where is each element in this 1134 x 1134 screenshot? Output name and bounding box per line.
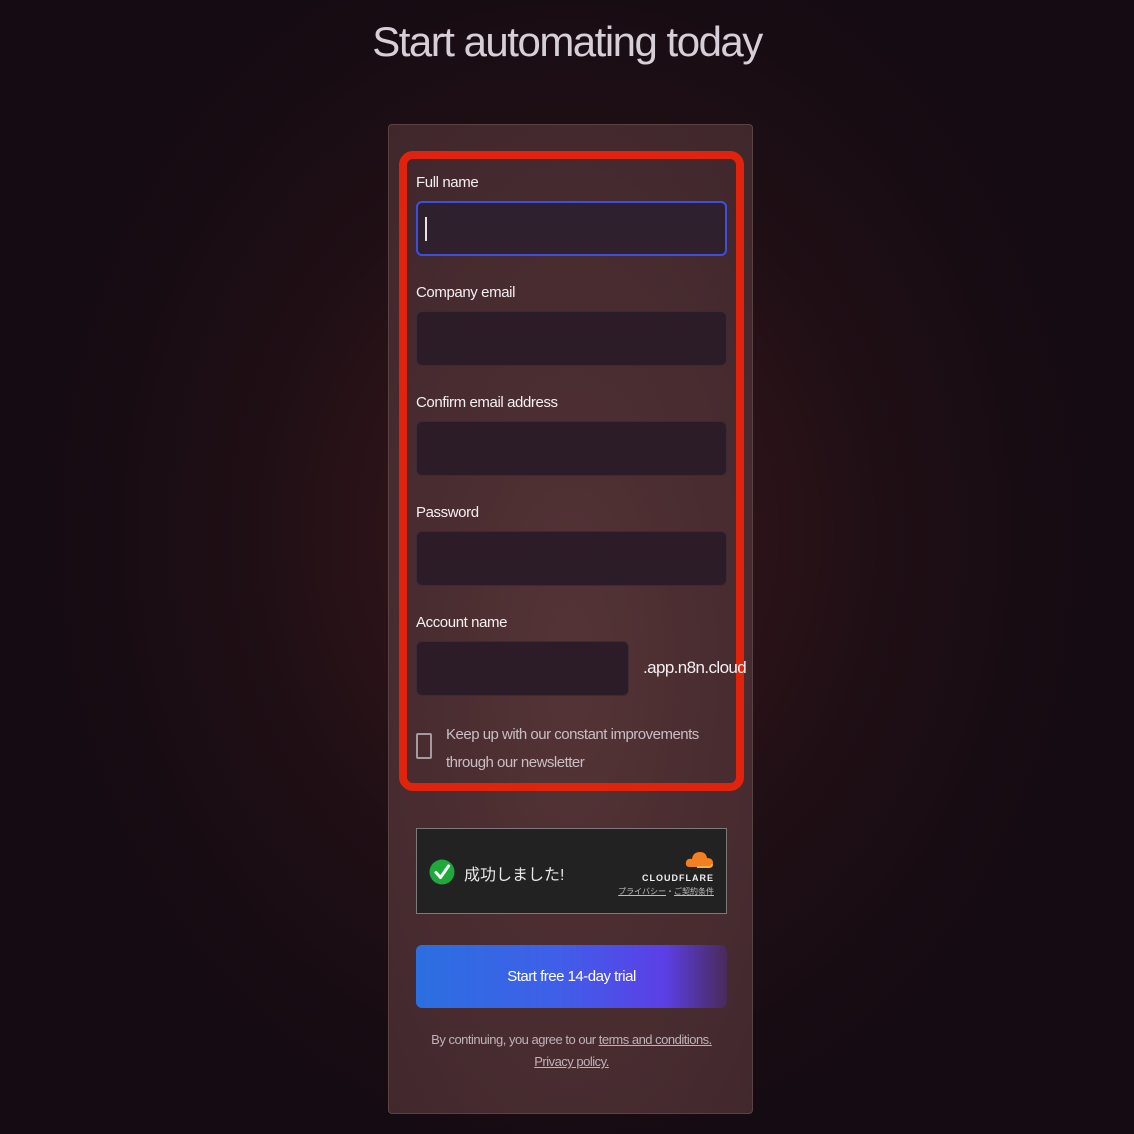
newsletter-label: Keep up with our constant improvements t…: [446, 726, 699, 771]
legal-notice: By continuing, you agree to our terms an…: [416, 1029, 727, 1073]
captcha-status: 成功しました!: [464, 867, 565, 884]
full-name-label: Full name: [416, 174, 479, 191]
text-caret: [425, 217, 427, 241]
cloudflare-turnstile[interactable]: 成功しました! CLOUDFLARE プライバシー・ご契約条件: [416, 828, 727, 914]
cloudflare-privacy-link[interactable]: プライバシー: [618, 887, 666, 896]
newsletter-checkbox[interactable]: [416, 733, 432, 759]
terms-link[interactable]: terms and conditions.: [599, 1032, 713, 1047]
company-email-input[interactable]: [416, 311, 727, 366]
cloudflare-cloud-icon: [685, 852, 713, 868]
cloudflare-terms-link[interactable]: ご契約条件: [674, 887, 714, 896]
account-name-input[interactable]: [416, 641, 629, 696]
full-name-input[interactable]: [416, 201, 727, 256]
confirm-email-input[interactable]: [416, 421, 727, 476]
success-check-icon: [429, 859, 455, 885]
account-domain-suffix: .app.n8n.cloud: [643, 658, 747, 677]
signup-card: Full name Company email Confirm email ad…: [388, 124, 753, 1114]
company-email-label: Company email: [416, 284, 516, 301]
password-input[interactable]: [416, 531, 727, 586]
account-name-label: Account name: [416, 614, 508, 631]
password-label: Password: [416, 504, 479, 521]
confirm-email-label: Confirm email address: [416, 394, 558, 411]
cloudflare-links: プライバシー・ご契約条件: [618, 886, 714, 897]
cloudflare-wordmark: CLOUDFLARE: [642, 873, 714, 883]
start-trial-button[interactable]: Start free 14-day trial: [416, 945, 727, 1008]
legal-prefix: By continuing, you agree to our: [431, 1032, 599, 1047]
privacy-policy-link[interactable]: Privacy policy.: [534, 1054, 609, 1069]
page-title: Start automating today: [372, 18, 763, 65]
cloudflare-link-separator: ・: [666, 887, 674, 896]
